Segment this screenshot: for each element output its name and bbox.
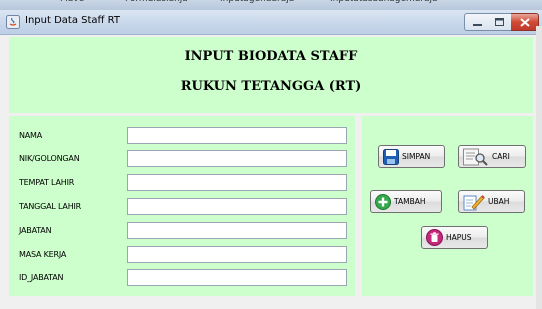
window-title: Input Data Staff RT (25, 15, 120, 26)
ubah-button[interactable]: UBAH (458, 190, 525, 213)
page-subtitle: RUKUN TETANGGA (RT) (180, 79, 362, 94)
plus-circle-icon (375, 193, 391, 210)
nama-input[interactable] (127, 127, 347, 144)
close-button[interactable] (511, 13, 539, 31)
minimize-button[interactable] (464, 13, 490, 31)
hapus-button[interactable]: HAPUS (421, 226, 488, 249)
label-id-jabatan: ID_JABATAN (19, 273, 64, 282)
edit-pencil-icon (463, 194, 485, 210)
cari-label: CARI (492, 152, 510, 161)
floppy-disk-icon (383, 148, 399, 165)
background-tab: Inputatasaanagemaraja (330, 0, 438, 8)
tambah-label: TAMBAH (394, 197, 426, 206)
header-panel: INPUT BIODATA STAFF RUKUN TETANGGA (RT) (9, 37, 533, 113)
page-title: INPUT BIODATA STAFF (184, 49, 358, 64)
background-tab: Formulasianja (125, 0, 188, 8)
maximize-button[interactable] (488, 13, 512, 31)
background-tab: Inputagendaraja (220, 0, 294, 8)
java-icon (6, 15, 20, 29)
tanggal-lahir-input[interactable] (127, 198, 347, 215)
ubah-label: UBAH (488, 197, 510, 206)
masa-kerja-input[interactable] (127, 246, 347, 263)
trash-icon (426, 229, 443, 246)
title-bar[interactable]: Input Data Staff RT (0, 10, 542, 35)
label-masa-kerja: MASA KERJA (19, 250, 67, 259)
id-jabatan-input[interactable] (127, 269, 347, 286)
label-tempat-lahir: TEMPAT LAHIR (19, 178, 75, 187)
minimize-icon (472, 23, 482, 26)
background-tab: Mave (60, 0, 84, 8)
tambah-button[interactable]: TAMBAH (370, 190, 442, 213)
label-nama: NAMA (19, 131, 43, 140)
label-jabatan: JABATAN (19, 226, 52, 235)
simpan-button[interactable]: SIMPAN (378, 145, 445, 168)
nik-golongan-input[interactable] (127, 150, 347, 167)
close-icon (519, 17, 530, 27)
tempat-lahir-input[interactable] (127, 174, 347, 191)
hapus-label: HAPUS (446, 233, 472, 242)
simpan-label: SIMPAN (402, 152, 431, 161)
window-edge (536, 26, 542, 309)
maximize-icon (495, 18, 504, 26)
background-taskbar: Mave Formulasianja Inputagendaraja Input… (0, 0, 542, 10)
jabatan-input[interactable] (127, 222, 347, 239)
cari-button[interactable]: CARI (458, 145, 526, 168)
label-nik-golongan: NIK/GOLONGAN (19, 154, 80, 163)
label-tanggal-lahir: TANGGAL LAHIR (19, 202, 82, 211)
search-document-icon (463, 148, 488, 166)
